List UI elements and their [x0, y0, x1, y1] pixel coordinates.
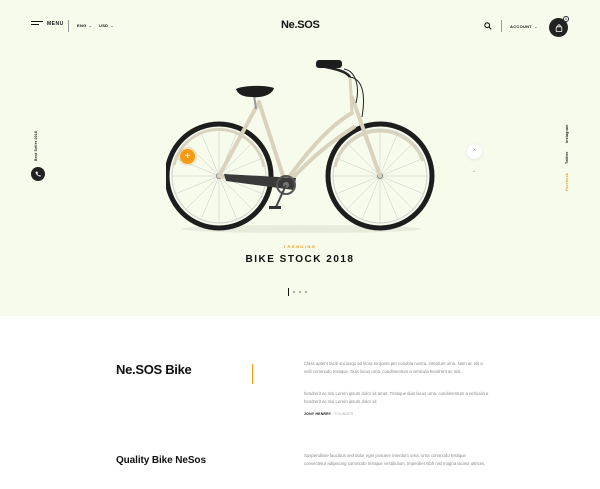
author-signature: JONY HENRRY / FOUNDER	[304, 412, 354, 416]
bike-image	[166, 60, 435, 233]
plus-icon: +	[184, 150, 191, 162]
divider	[501, 20, 502, 32]
hero-title: BIKE STOCK 2018	[245, 254, 355, 265]
chevron-up-icon: ⌃	[472, 148, 477, 155]
social-link-twitter[interactable]: Twitter	[565, 151, 569, 164]
account-menu[interactable]: ACCOUNT ⌄	[510, 24, 538, 29]
cart-count-badge: 0	[563, 16, 569, 22]
quality-paragraph: Suspendisse faucibus sed dolor eget posu…	[304, 453, 486, 466]
slide-dot-2[interactable]	[293, 291, 295, 293]
author-role: / FOUNDER	[332, 412, 354, 416]
about-brand: Ne.SOS Bike	[116, 362, 192, 377]
slide-dot-4[interactable]	[305, 291, 307, 293]
currency-value: USD	[99, 23, 109, 28]
about-paragraph-1: Class aptent taciti sociosqu ad litora t…	[304, 361, 483, 374]
chevron-down-icon: ⌄	[110, 23, 115, 28]
search-icon[interactable]	[484, 22, 492, 30]
slide-dot-3[interactable]	[299, 291, 301, 293]
hamburger-icon	[31, 21, 43, 27]
account-label: ACCOUNT	[510, 24, 533, 29]
add-to-cart-hotspot[interactable]: +	[180, 149, 195, 164]
currency-select[interactable]: USD ⌄	[99, 23, 114, 28]
chevron-down-icon: ⌄	[88, 23, 93, 28]
social-link-facebook[interactable]: Facebook	[565, 173, 569, 191]
divider	[68, 20, 69, 32]
language-value: ENG	[77, 23, 87, 28]
accent-divider	[252, 364, 253, 384]
cart-button[interactable]: 0	[549, 16, 569, 37]
chevron-down-icon: ⌄	[534, 24, 538, 29]
phone-icon	[35, 171, 41, 177]
hero-eyebrow: TRENDING	[283, 244, 317, 249]
quality-heading: Quality Bike NeSos	[116, 455, 206, 466]
menu-button[interactable]: MENU	[31, 21, 64, 27]
logo[interactable]: Ne.SOS	[281, 19, 320, 31]
slide-dot-1[interactable]	[288, 288, 289, 296]
chevron-down-icon: ⌄	[471, 168, 477, 174]
slider-prev-button[interactable]: ⌃	[467, 144, 482, 159]
slider-next-button[interactable]: ⌄	[471, 168, 477, 174]
social-link-instagram[interactable]: Instagram	[565, 124, 569, 143]
author-name: JONY HENRRY	[304, 412, 332, 416]
language-select[interactable]: ENG ⌄	[77, 23, 92, 28]
phone-button[interactable]	[31, 167, 45, 181]
side-label: Best Seller 2018	[34, 130, 38, 161]
slider-pagination	[288, 288, 307, 296]
shopping-bag-icon	[555, 23, 562, 32]
menu-label: MENU	[47, 21, 64, 27]
about-paragraph-2: hendrerit ac nisi Lorem ipsum dolor sit …	[304, 391, 489, 404]
